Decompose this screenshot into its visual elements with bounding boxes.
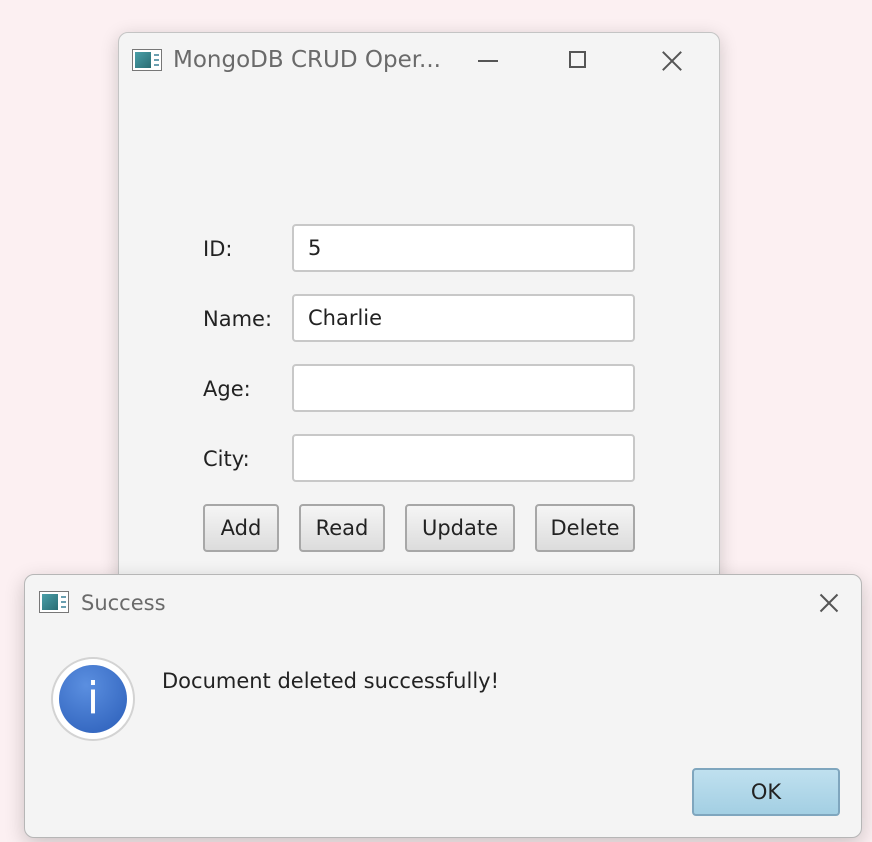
app-icon — [132, 49, 162, 71]
delete-button[interactable]: Delete — [535, 504, 635, 552]
age-field[interactable] — [292, 364, 635, 412]
close-icon[interactable] — [647, 41, 697, 81]
id-field[interactable] — [292, 224, 635, 272]
window-title: MongoDB CRUD Oper... — [173, 47, 441, 73]
minimize-icon[interactable] — [464, 41, 514, 81]
name-label: Name: — [203, 307, 273, 331]
dialog-title: Success — [81, 591, 166, 615]
age-label: Age: — [203, 377, 251, 401]
info-icon: i — [51, 657, 135, 741]
city-label: City: — [203, 447, 250, 471]
city-field[interactable] — [292, 434, 635, 482]
add-button[interactable]: Add — [203, 504, 279, 552]
name-field[interactable] — [292, 294, 635, 342]
main-window: MongoDB CRUD Oper... ID: Name: Age: City… — [118, 32, 720, 594]
dialog-app-icon — [39, 591, 69, 613]
update-button[interactable]: Update — [405, 504, 515, 552]
dialog-message: Document deleted successfully! — [162, 669, 499, 693]
ok-button[interactable]: OK — [692, 768, 840, 816]
maximize-icon[interactable] — [554, 41, 604, 81]
read-button[interactable]: Read — [299, 504, 385, 552]
id-label: ID: — [203, 237, 233, 261]
title-bar[interactable]: MongoDB CRUD Oper... — [119, 33, 719, 89]
success-dialog: Success i Document deleted successfully!… — [24, 574, 862, 838]
dialog-close-icon[interactable] — [809, 583, 849, 623]
